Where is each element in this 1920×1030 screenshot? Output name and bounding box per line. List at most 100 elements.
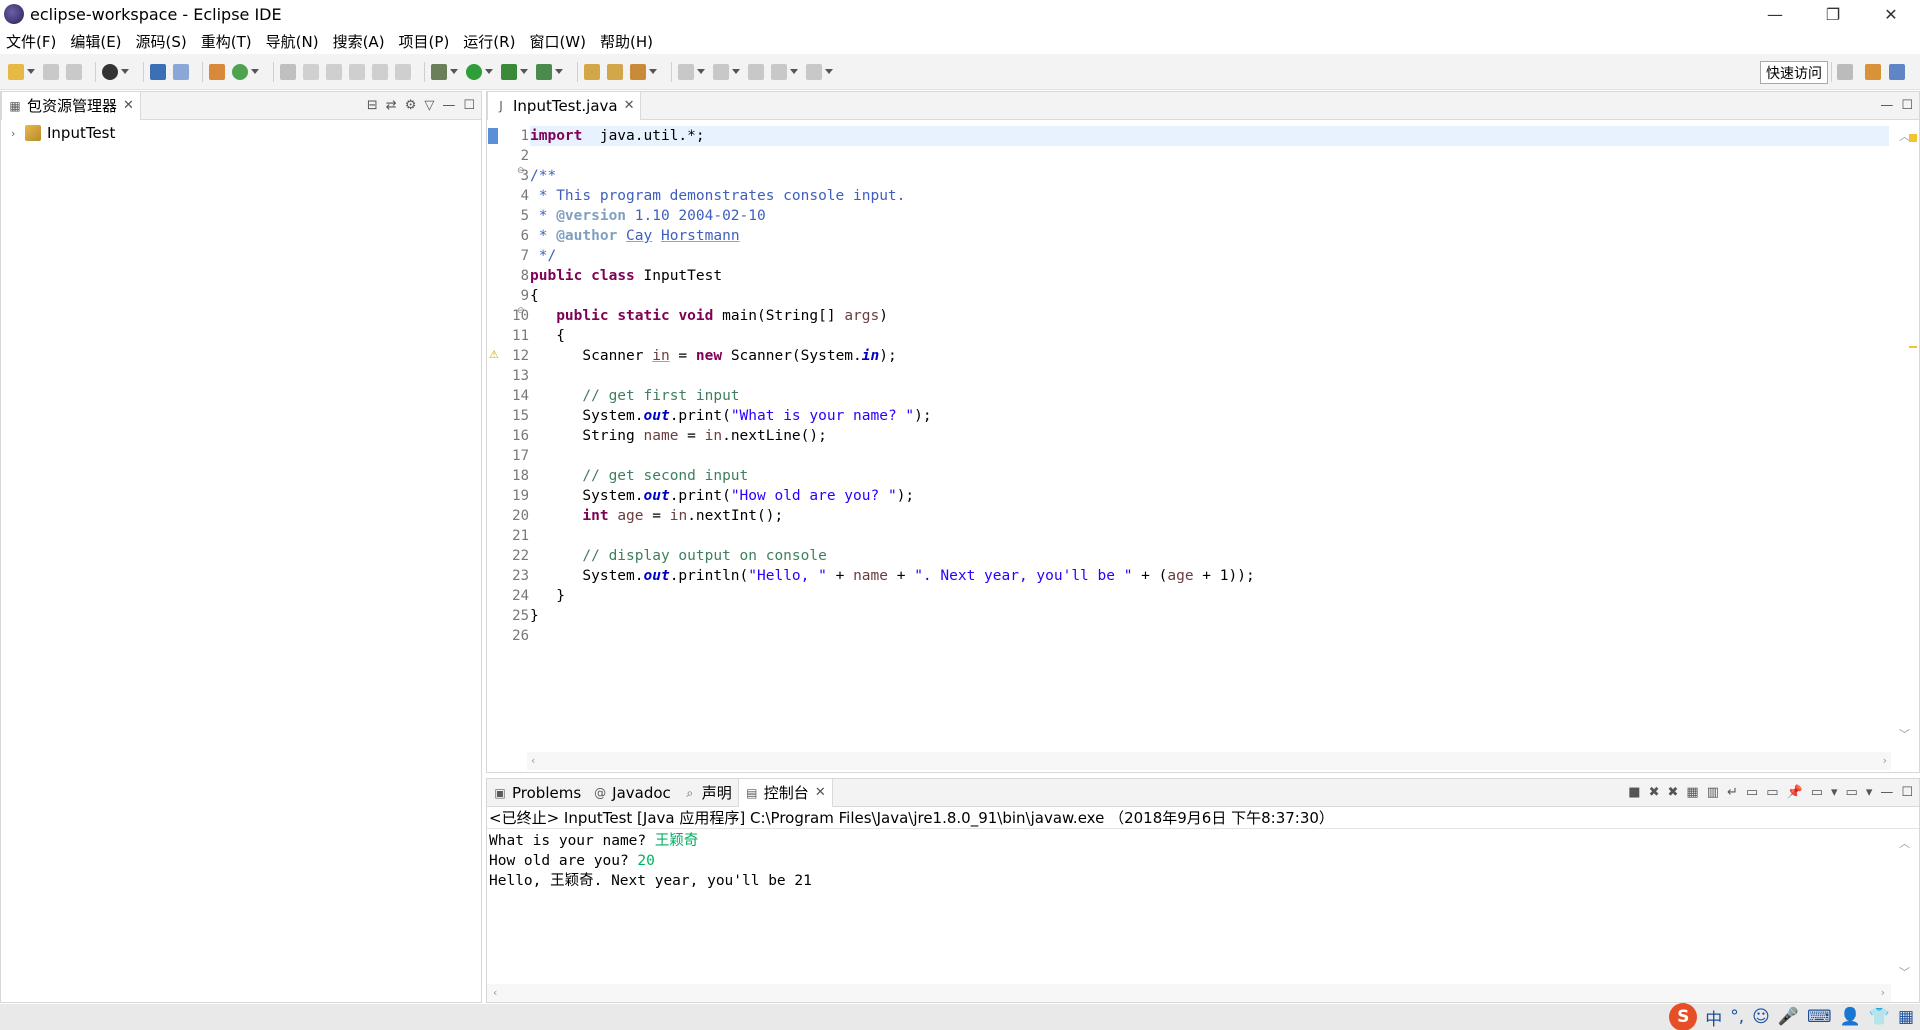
chevron-down-icon[interactable] — [555, 69, 563, 74]
menu-project[interactable]: 项目(P) — [399, 31, 450, 52]
minimize-icon[interactable]: — — [442, 98, 455, 113]
tree-item-inputtest[interactable]: › InputTest — [1, 122, 481, 144]
menu-source[interactable]: 源码(S) — [136, 31, 187, 52]
maximize-icon[interactable]: ☐ — [1901, 785, 1913, 800]
keyboard-icon[interactable]: ⌨ — [1807, 1007, 1832, 1027]
next-edit-icon[interactable] — [678, 63, 694, 80]
chevron-left-icon[interactable]: ‹ — [531, 754, 535, 767]
annotation-icon[interactable] — [303, 63, 319, 80]
menu-search[interactable]: 搜索(A) — [333, 31, 385, 52]
chevron-left-icon[interactable]: ‹ — [493, 986, 497, 999]
chinese-mode-icon[interactable]: 中 — [1705, 1005, 1722, 1030]
chevron-down-icon[interactable] — [121, 69, 129, 74]
remove-all-terminated-icon[interactable]: ✖ — [1668, 785, 1679, 800]
minimize-icon[interactable]: — — [1880, 98, 1893, 113]
horizontal-scrollbar[interactable]: ‹ › — [487, 984, 1891, 1002]
back-icon[interactable] — [771, 63, 787, 80]
terminate-icon[interactable]: ■ — [1628, 785, 1640, 800]
show-whitespace-icon[interactable] — [395, 63, 411, 80]
new-icon[interactable] — [8, 63, 24, 80]
scroll-lock-icon[interactable]: ▥ — [1707, 785, 1719, 800]
vertical-scrollbar[interactable]: ︿ ﹀ — [1891, 122, 1919, 748]
minimize-button[interactable]: — — [1746, 0, 1804, 28]
chevron-down-icon[interactable] — [732, 69, 740, 74]
debug-icon[interactable] — [431, 63, 447, 80]
chevron-down-icon[interactable] — [697, 69, 705, 74]
view-menu-icon[interactable]: ▽ — [424, 98, 434, 113]
overview-warning-marker[interactable] — [1909, 346, 1917, 348]
show-on-stderr-icon[interactable]: ▭ — [1766, 785, 1778, 800]
maximize-icon[interactable]: ☐ — [463, 98, 475, 113]
chevron-down-icon[interactable] — [825, 69, 833, 74]
skin-icon[interactable]: 👕 — [1869, 1007, 1890, 1027]
chevron-down-icon[interactable]: ▾ — [1831, 785, 1838, 800]
pin-console-icon[interactable]: 📌 — [1787, 785, 1803, 800]
close-icon[interactable]: ✕ — [815, 785, 826, 800]
chevron-down-icon[interactable]: ﹀ — [1899, 726, 1910, 742]
chevron-down-icon[interactable] — [520, 69, 528, 74]
quick-access-field[interactable]: 快速访问 — [1760, 61, 1828, 84]
tab-package-explorer[interactable]: ▦ 包资源管理器 ✕ — [1, 91, 141, 120]
open-type-icon[interactable] — [584, 63, 600, 80]
close-icon[interactable]: ✕ — [624, 98, 635, 113]
chevron-right-icon[interactable]: › — [1883, 754, 1887, 767]
save-all-icon[interactable] — [66, 63, 82, 80]
tab-problems[interactable]: ▣ Problems — [487, 779, 587, 807]
emoji-icon[interactable]: ☺ — [1752, 1007, 1770, 1027]
open-task-icon[interactable] — [607, 63, 623, 80]
coverage-icon[interactable] — [501, 63, 517, 80]
show-on-stdout-icon[interactable]: ▭ — [1746, 785, 1758, 800]
restore-button[interactable]: ❐ — [1804, 0, 1862, 28]
horizontal-scrollbar[interactable]: ‹ › — [527, 752, 1891, 770]
menu-file[interactable]: 文件(F) — [6, 31, 56, 52]
code-text[interactable]: import java.util.*; /** * This program de… — [530, 126, 1889, 646]
forward-icon[interactable] — [806, 63, 822, 80]
clear-console-icon[interactable]: ▦ — [1686, 785, 1698, 800]
word-wrap-icon[interactable]: ↵ — [1727, 785, 1738, 800]
display-console-icon[interactable]: ▭ — [1811, 785, 1823, 800]
block-selection-icon[interactable] — [349, 63, 365, 80]
tab-declaration[interactable]: ⌕ 声明 — [677, 779, 738, 807]
java-ee-perspective-icon[interactable] — [1865, 64, 1881, 80]
open-console-icon[interactable]: ▭ — [1846, 785, 1858, 800]
save-icon[interactable] — [43, 63, 59, 80]
sogou-ime-icon[interactable]: S — [1669, 1003, 1698, 1030]
tab-javadoc[interactable]: @ Javadoc — [587, 779, 677, 807]
link-with-editor-icon[interactable]: ⇄ — [386, 98, 397, 113]
tab-inputtest-java[interactable]: J InputTest.java ✕ — [487, 91, 642, 120]
chevron-down-icon[interactable] — [450, 69, 458, 74]
last-edit-location-icon[interactable] — [748, 63, 764, 80]
close-icon[interactable]: ✕ — [123, 98, 134, 113]
menu-window[interactable]: 窗口(W) — [529, 31, 586, 52]
filter-icon[interactable]: ⚙ — [405, 98, 417, 113]
menu-refactor[interactable]: 重构(T) — [201, 31, 252, 52]
microphone-icon[interactable]: 🎤 — [1778, 1007, 1799, 1027]
chevron-right-icon[interactable]: › — [11, 127, 25, 140]
overview-warning-marker[interactable] — [1909, 134, 1917, 142]
skip-breakpoints-icon[interactable] — [173, 63, 189, 80]
punctuation-icon[interactable]: °, — [1730, 1007, 1744, 1027]
minimize-icon[interactable]: — — [1880, 785, 1893, 800]
console-output[interactable]: What is your name? 王颖奇 How old are you? … — [489, 831, 1889, 891]
next-annotation-icon[interactable] — [326, 63, 342, 80]
open-perspective-icon[interactable] — [1837, 64, 1853, 80]
menu-navigate[interactable]: 导航(N) — [266, 31, 319, 52]
new-java-package-icon[interactable] — [209, 63, 225, 80]
chevron-up-icon[interactable]: ︿ — [1899, 835, 1910, 851]
menu-help[interactable]: 帮助(H) — [600, 31, 653, 52]
profile-icon[interactable] — [102, 63, 118, 80]
toggle-mark-icon[interactable] — [280, 63, 296, 80]
chevron-down-icon[interactable] — [649, 69, 657, 74]
word-wrap-icon[interactable] — [372, 63, 388, 80]
vertical-scrollbar[interactable]: ︿ ﹀ — [1891, 831, 1919, 984]
maximize-icon[interactable]: ☐ — [1901, 98, 1913, 113]
previous-edit-icon[interactable] — [713, 63, 729, 80]
terminal-icon[interactable] — [150, 63, 166, 80]
toolbox-icon[interactable]: ▦ — [1898, 1007, 1914, 1027]
chevron-down-icon[interactable] — [485, 69, 493, 74]
chevron-right-icon[interactable]: › — [1881, 986, 1885, 999]
run-icon[interactable] — [466, 63, 482, 80]
search-icon[interactable] — [630, 63, 646, 80]
close-button[interactable]: ✕ — [1862, 0, 1920, 28]
external-tools-icon[interactable] — [536, 63, 552, 80]
